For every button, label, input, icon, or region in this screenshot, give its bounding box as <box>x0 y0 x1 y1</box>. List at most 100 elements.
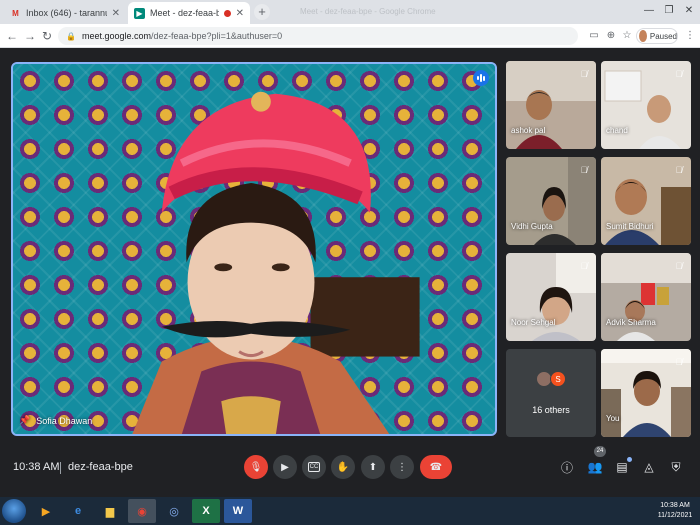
participant-tile-noor-sehgal[interactable]: 🎙̸ Noor Sehgal <box>506 253 596 341</box>
camera-toggle-button[interactable]: ▶ <box>273 455 297 479</box>
mic-toggle-button[interactable]: 🎙 <box>244 455 268 479</box>
main-speaker-label: 📌 Sofia Dhawan <box>19 415 92 426</box>
system-time: 10:38 AM <box>660 502 690 509</box>
participant-tile-vidhi-gupta[interactable]: 🎙̸ Vidhi Gupta <box>506 157 596 245</box>
tab-title: Inbox (646) - tarannum@theindi <box>26 8 107 18</box>
gmail-icon: M <box>12 8 19 18</box>
mic-off-icon: 🎙̸ <box>675 165 683 175</box>
captions-icon: CC <box>307 462 321 472</box>
avatar: S <box>550 371 566 387</box>
system-date: 11/12/2021 <box>657 512 693 519</box>
minimize-icon[interactable]: — <box>642 5 656 16</box>
participant-name: chand <box>606 126 628 135</box>
raise-hand-button[interactable]: ✋ <box>331 455 355 479</box>
others-tile[interactable]: S 16 others <box>506 349 596 437</box>
mic-off-icon: 🎙 <box>249 461 263 473</box>
camera-icon: ▶ <box>281 461 289 473</box>
participant-tile-chand[interactable]: 🎙̸ chand <box>601 61 691 149</box>
meeting-code: dez-feaa-bpe <box>68 461 133 473</box>
browser-toolbar: ← → ↻ 🔒 meet.google.com/dez-feaa-bpe?pli… <box>0 24 700 48</box>
participant-name: Advik Sharma <box>606 318 656 327</box>
maximize-icon[interactable]: ❐ <box>662 5 676 16</box>
participant-tile-you[interactable]: 🎙̸ You <box>601 349 691 437</box>
url-host: meet.google.com <box>81 31 152 41</box>
more-vert-icon: ⋮ <box>397 461 407 473</box>
others-count: 16 others <box>532 405 570 415</box>
window-title: Meet - dez-feaa-bpe - Google Chrome <box>300 7 436 16</box>
participant-name: Noor Sehgal <box>511 318 556 327</box>
reload-icon[interactable]: ↻ <box>39 28 55 44</box>
others-avatars: S <box>536 371 566 387</box>
meet-control-bar: 10:38 AM dez-feaa-bpe 🎙 ▶ CC ✋ ⬆ ⋮ ☎ ⓘ 👥… <box>0 446 700 493</box>
chrome-icon[interactable]: ◉ <box>128 499 156 523</box>
forward-arrow-icon[interactable]: → <box>22 28 38 44</box>
activities-icon: ◬ <box>644 460 654 474</box>
participant-name: ashok pal <box>511 126 546 135</box>
tab-title: Meet - dez-feaa-bpe <box>150 8 219 18</box>
screen: M Inbox (646) - tarannum@theindi ✕ ▶ Mee… <box>0 0 700 525</box>
speaking-indicator-icon <box>473 70 489 86</box>
os-taskbar: ▶ e ▆ ◉ ◎ X W 10:38 AM 11/12/2021 <box>0 497 700 525</box>
participant-name: Vidhi Gupta <box>511 222 553 231</box>
leave-call-button[interactable]: ☎ <box>420 455 452 479</box>
meet-icon: ▶ <box>134 7 145 19</box>
internet-explorer-icon[interactable]: e <box>64 499 92 523</box>
back-arrow-icon[interactable]: ← <box>4 28 20 44</box>
captions-button[interactable]: CC <box>302 455 326 479</box>
menu-kebab-icon[interactable]: ⋮ <box>682 28 698 44</box>
mic-off-icon: 🎙̸ <box>675 261 683 271</box>
media-player-icon[interactable]: ▶ <box>32 499 60 523</box>
people-count-badge: 24 <box>594 446 606 457</box>
mic-off-icon: 🎙̸ <box>675 357 683 367</box>
speaker-video <box>132 91 420 434</box>
activities-button[interactable]: ◬ <box>640 458 658 476</box>
chat-icon: ▤ <box>616 460 628 474</box>
avatar <box>639 30 647 42</box>
system-clock[interactable]: 10:38 AM 11/12/2021 <box>652 501 698 521</box>
profile-button[interactable]: Paused <box>636 28 678 44</box>
close-tab-icon[interactable]: ✕ <box>236 8 244 19</box>
close-window-icon[interactable]: ✕ <box>682 5 696 16</box>
pin-icon[interactable]: 📌 <box>19 415 30 426</box>
chrome-profile-icon[interactable]: ◎ <box>160 499 188 523</box>
zoom-icon[interactable]: ⊕ <box>603 28 619 44</box>
start-button[interactable] <box>2 499 26 523</box>
bookmark-star-icon[interactable]: ☆ <box>619 28 635 44</box>
tab-gmail-inbox[interactable]: M Inbox (646) - tarannum@theindi ✕ <box>4 2 126 24</box>
camera-permission-icon[interactable]: ▭ <box>586 28 602 44</box>
meet-stage: 📌 Sofia Dhawan 🎙̸ ashok pal 🎙̸ chand 🎙̸ … <box>0 49 700 497</box>
mic-off-icon: 🎙̸ <box>580 165 588 175</box>
new-tab-button[interactable]: + <box>254 4 270 20</box>
mic-off-icon: 🎙̸ <box>675 69 683 79</box>
address-bar[interactable]: 🔒 meet.google.com/dez-feaa-bpe?pli=1&aut… <box>58 27 578 45</box>
present-screen-button[interactable]: ⬆ <box>361 455 385 479</box>
participant-tile-sumit-bidhuri[interactable]: 🎙̸ Sumit Bidhuri <box>601 157 691 245</box>
profile-status: Paused <box>649 31 677 41</box>
shield-icon: ⛨ <box>671 459 681 474</box>
participant-name: Sumit Bidhuri <box>606 222 654 231</box>
meeting-time: 10:38 AM <box>13 461 60 473</box>
recording-indicator-icon <box>223 9 231 17</box>
people-icon: 👥 <box>587 460 603 474</box>
participant-tile-ashok-pal[interactable]: 🎙̸ ashok pal <box>506 61 596 149</box>
mic-off-icon: 🎙̸ <box>580 69 588 79</box>
tab-meet[interactable]: ▶ Meet - dez-feaa-bpe ✕ <box>128 2 250 24</box>
file-explorer-icon[interactable]: ▆ <box>96 499 124 523</box>
more-options-button[interactable]: ⋮ <box>390 455 414 479</box>
participant-tile-advik-sharma[interactable]: 🎙̸ Advik Sharma <box>601 253 691 341</box>
excel-icon[interactable]: X <box>192 499 220 523</box>
url-path: /dez-feaa-bpe?pli=1&authuser=0 <box>151 31 283 41</box>
main-speaker-name: Sofia Dhawan <box>36 415 93 426</box>
hang-up-icon: ☎ <box>429 461 443 473</box>
present-icon: ⬆ <box>368 461 378 473</box>
divider <box>60 462 61 474</box>
host-controls-button[interactable]: ⛨ <box>667 458 685 476</box>
main-speaker-tile[interactable]: 📌 Sofia Dhawan <box>11 62 497 436</box>
word-icon[interactable]: W <box>224 499 252 523</box>
lock-icon: 🔒 <box>66 31 76 41</box>
browser-tab-strip: M Inbox (646) - tarannum@theindi ✕ ▶ Mee… <box>0 0 700 24</box>
close-tab-icon[interactable]: ✕ <box>112 8 120 19</box>
participant-name: You <box>606 414 620 423</box>
people-button[interactable]: 👥 <box>586 458 604 476</box>
meeting-details-button[interactable]: ⓘ <box>558 458 576 476</box>
